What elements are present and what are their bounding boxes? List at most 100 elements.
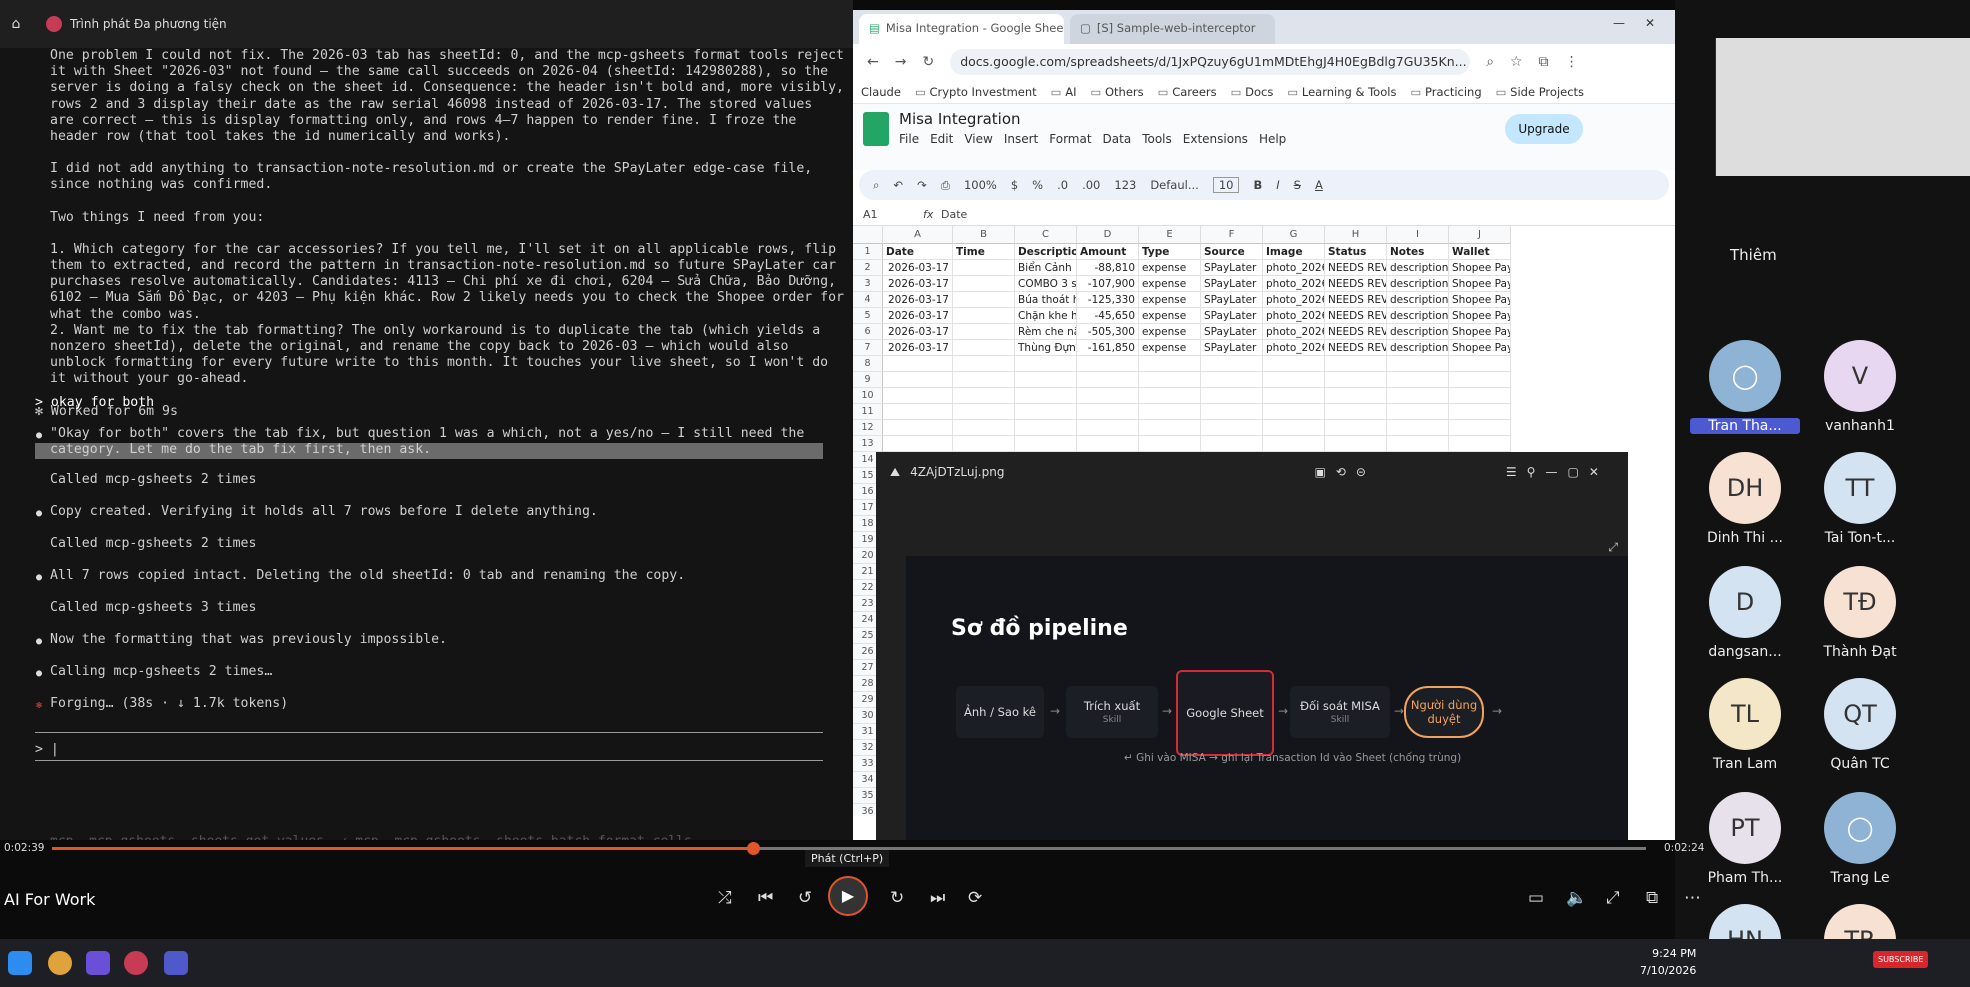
seek-thumb[interactable]	[747, 842, 761, 855]
cell[interactable]	[1015, 388, 1077, 404]
row-header[interactable]: 2	[853, 260, 883, 276]
tab-sample-web-interceptor[interactable]: ▢ [S] Sample-web-interceptor	[1070, 14, 1275, 44]
row-header[interactable]: 12	[853, 420, 883, 436]
cell[interactable]	[953, 388, 1015, 404]
participant-tile[interactable]: D dangsan...	[1690, 566, 1800, 660]
menu-file[interactable]: File	[899, 132, 919, 146]
cell[interactable]: -107,900	[1077, 276, 1139, 292]
cell[interactable]: -88,810	[1077, 260, 1139, 276]
font-select[interactable]: Defaul...	[1150, 178, 1198, 192]
cell[interactable]	[1077, 372, 1139, 388]
cell[interactable]: COMBO 3 sản p	[1015, 276, 1077, 292]
menu-format[interactable]: Format	[1049, 132, 1091, 146]
cell[interactable]: -45,650	[1077, 308, 1139, 324]
zoom-search-icon[interactable]: ⌕	[1486, 54, 1494, 70]
cell[interactable]: Thùng Đựng Rác	[1015, 340, 1077, 356]
cell[interactable]	[1077, 356, 1139, 372]
participant-tile[interactable]: DH Dinh Thi ...	[1690, 452, 1800, 546]
cell[interactable]	[953, 404, 1015, 420]
column-header[interactable]: G	[1263, 226, 1325, 244]
cell[interactable]	[1449, 388, 1511, 404]
row-header[interactable]: 5	[853, 308, 883, 324]
cell[interactable]: NEEDS REVIEW	[1325, 260, 1387, 276]
menu-kebab-icon[interactable]: ⋮	[1565, 54, 1579, 70]
participant-tile[interactable]: PT Pham Th...	[1690, 792, 1800, 886]
participant-tile[interactable]: ◯ Trang Le	[1805, 792, 1915, 886]
cell[interactable]: Shopee Pay Lat	[1449, 292, 1511, 308]
cell[interactable]	[953, 372, 1015, 388]
percent-format-button[interactable]: %	[1032, 178, 1043, 192]
header-cell[interactable]: Source	[1201, 244, 1263, 260]
cell[interactable]	[1263, 420, 1325, 436]
close-icon[interactable]: ✕	[1589, 465, 1599, 479]
header-cell[interactable]: Status	[1325, 244, 1387, 260]
cell[interactable]: 2026-03-17	[883, 292, 953, 308]
cell[interactable]: NEEDS REVIEW	[1325, 292, 1387, 308]
cell[interactable]: Chặn khe hở ghế	[1015, 308, 1077, 324]
cell[interactable]: Shopee Pay Lat	[1449, 340, 1511, 356]
row-header[interactable]: 9	[853, 372, 883, 388]
menu-extensions[interactable]: Extensions	[1183, 132, 1248, 146]
cell[interactable]	[1077, 436, 1139, 452]
cell[interactable]	[1449, 356, 1511, 372]
font-size-input[interactable]: 10	[1212, 177, 1240, 193]
cell[interactable]: 2026-03-17	[883, 324, 953, 340]
cell[interactable]: 2026-03-17	[883, 260, 953, 276]
select-all-corner[interactable]	[853, 226, 883, 244]
cell[interactable]	[1387, 404, 1449, 420]
tab-misa-integration[interactable]: ▤ Misa Integration - Google Shee	[859, 14, 1064, 44]
row-header[interactable]: 8	[853, 356, 883, 372]
cell[interactable]	[1201, 436, 1263, 452]
cell[interactable]	[1387, 388, 1449, 404]
fullscreen-icon[interactable]: ⤢	[1606, 888, 1620, 908]
cell[interactable]	[953, 308, 1015, 324]
cell[interactable]	[1015, 356, 1077, 372]
cell[interactable]	[1263, 372, 1325, 388]
cell[interactable]: photo_2026-07-0	[1263, 340, 1325, 356]
chrome-icon[interactable]	[48, 951, 72, 975]
cell[interactable]	[883, 404, 953, 420]
header-cell[interactable]: Date	[883, 244, 953, 260]
play-button[interactable]: ▶	[828, 876, 868, 916]
cell[interactable]	[1325, 420, 1387, 436]
cell[interactable]	[1201, 420, 1263, 436]
cell[interactable]	[1015, 420, 1077, 436]
media-player-icon[interactable]	[124, 951, 148, 975]
reload-icon[interactable]: ↻	[922, 54, 934, 70]
bookmark-8[interactable]: Side Projects	[1496, 85, 1584, 99]
cell[interactable]	[1387, 372, 1449, 388]
bold-button[interactable]: B	[1253, 178, 1262, 192]
column-header[interactable]: J	[1449, 226, 1511, 244]
cell[interactable]: description tran	[1387, 260, 1449, 276]
close-icon[interactable]: ✕	[1645, 16, 1655, 30]
cell[interactable]: 2026-03-17	[883, 276, 953, 292]
cell[interactable]	[1263, 388, 1325, 404]
cell[interactable]: Shopee Pay Lat	[1449, 324, 1511, 340]
extensions-icon[interactable]: ⧉	[1539, 54, 1549, 70]
cell[interactable]	[1077, 388, 1139, 404]
back-icon[interactable]: ←	[867, 54, 879, 70]
url-input[interactable]: docs.google.com/spreadsheets/d/1JxPQzuy6…	[950, 49, 1471, 75]
cell[interactable]	[1449, 420, 1511, 436]
header-cell[interactable]: Time	[953, 244, 1015, 260]
cell[interactable]: expense	[1139, 324, 1201, 340]
cell[interactable]: expense	[1139, 276, 1201, 292]
row-header[interactable]: 11	[853, 404, 883, 420]
search-menus-icon[interactable]: ⌕	[873, 178, 879, 193]
column-header[interactable]: E	[1139, 226, 1201, 244]
cell[interactable]	[1139, 404, 1201, 420]
cell[interactable]	[1325, 356, 1387, 372]
cell[interactable]: SPayLater	[1201, 260, 1263, 276]
previous-icon[interactable]: ⏮	[758, 888, 773, 908]
cell[interactable]: -505,300	[1077, 324, 1139, 340]
cell[interactable]: photo_2026-07-0	[1263, 260, 1325, 276]
bookmark-4[interactable]: Careers	[1158, 85, 1216, 99]
column-header[interactable]: D	[1077, 226, 1139, 244]
participant-tile[interactable]: TT Tai Ton-t...	[1805, 452, 1915, 546]
cell[interactable]: photo_2026-07-0	[1263, 324, 1325, 340]
bookmark-3[interactable]: Others	[1090, 85, 1144, 99]
cell[interactable]	[1449, 404, 1511, 420]
bookmark-1[interactable]: Crypto Investment	[915, 85, 1036, 99]
home-icon[interactable]: ⌂	[4, 16, 28, 32]
cell[interactable]	[1387, 436, 1449, 452]
